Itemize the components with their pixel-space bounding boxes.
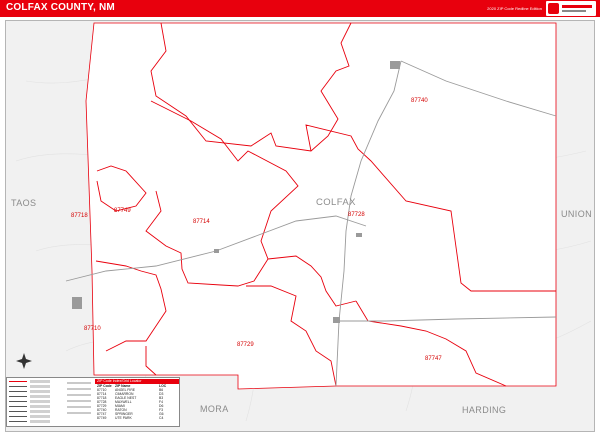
zip-label: 87740 — [411, 98, 428, 104]
edition-label: 2020 ZIP Code Redline Edition — [487, 6, 542, 11]
zip-label: 87749 — [114, 208, 131, 214]
zip-label: 87718 — [71, 213, 88, 219]
zip-label: 87728 — [348, 212, 365, 218]
neighbor-county-label: MORA — [200, 404, 229, 414]
compass-rose — [16, 353, 32, 369]
table-row: 87749 UTE PARK C4 — [97, 416, 164, 420]
zip-label: 87714 — [193, 219, 210, 225]
publisher-logo-graphic — [548, 3, 592, 14]
neighbor-county-label: UNION — [561, 209, 592, 219]
map-page: COLFAX COUNTY, NM 2020 ZIP Code Redline … — [0, 0, 600, 435]
title-bar: COLFAX COUNTY, NM 2020 ZIP Code Redline … — [0, 0, 600, 17]
map-drawing — [15, 22, 592, 422]
zip-label: 87710 — [84, 326, 101, 332]
legend-scale — [67, 380, 93, 424]
county-name-label: COLFAX — [316, 197, 356, 208]
map-canvas[interactable] — [5, 20, 595, 432]
publisher-logo — [546, 1, 596, 16]
page-title: COLFAX COUNTY, NM — [6, 2, 115, 13]
zip-label: 87747 — [425, 356, 442, 362]
zip-index-table: ZIP Code Index/Grid Locator ZIP Code ZIP… — [95, 379, 179, 425]
zip-label: 87729 — [237, 342, 254, 348]
neighbor-county-label: HARDING — [462, 405, 507, 415]
neighbor-county-label: TAOS — [11, 198, 37, 208]
map-legend: ZIP Code Index/Grid Locator ZIP Code ZIP… — [6, 377, 180, 427]
